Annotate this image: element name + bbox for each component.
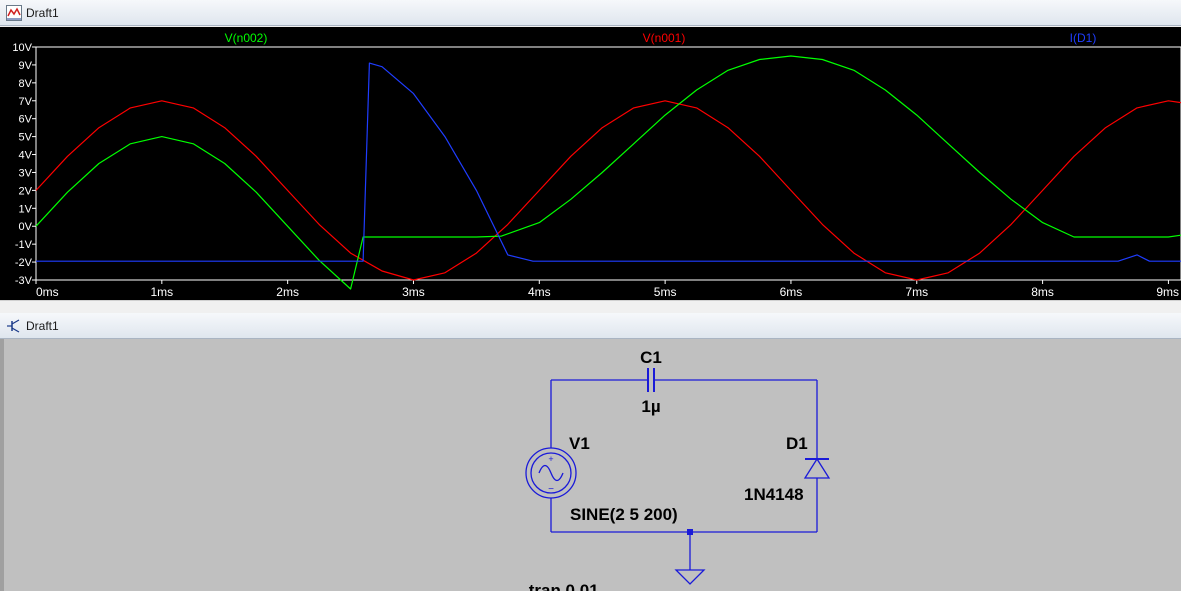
trace-vn001[interactable] xyxy=(35,100,1181,281)
x-tick-label: 7ms xyxy=(905,285,928,299)
trace-label-id1[interactable]: I(D1) xyxy=(1070,31,1097,45)
y-tick-label: 0V xyxy=(19,221,33,233)
diode-triangle[interactable] xyxy=(803,457,831,479)
plot-window-title: Draft1 xyxy=(26,6,59,20)
y-tick-label: 6V xyxy=(19,114,33,126)
y-tick-label: 9V xyxy=(19,60,33,72)
window-separator xyxy=(0,300,1181,313)
y-tick-label: 5V xyxy=(19,132,33,144)
y-tick-label: -3V xyxy=(15,275,33,287)
junction-dot[interactable] xyxy=(687,529,693,535)
plot-window-titlebar[interactable]: Draft1 xyxy=(0,0,1181,26)
y-tick-label: 8V xyxy=(19,78,33,90)
c1-name-label[interactable]: C1 xyxy=(640,348,662,367)
plot-frame xyxy=(35,46,1181,281)
ground-icon[interactable] xyxy=(674,569,706,585)
y-tick-label: -2V xyxy=(15,257,33,269)
y-tick-label: 10V xyxy=(12,42,32,54)
y-tick-label: 3V xyxy=(19,167,33,179)
v1-name-label[interactable]: V1 xyxy=(569,434,590,453)
y-tick-label: 7V xyxy=(19,96,33,108)
x-tick-label: 6ms xyxy=(780,285,803,299)
v1-value-label[interactable]: SINE(2 5 200) xyxy=(570,505,678,524)
y-tick-label: 1V xyxy=(19,203,33,215)
schematic-window-titlebar[interactable]: Draft1 xyxy=(0,313,1181,339)
trace-label-vn001[interactable]: V(n001) xyxy=(643,31,686,45)
trace-id1[interactable] xyxy=(36,62,1181,262)
schematic-canvas[interactable]: + − C1 1µ V1 SINE(2 5 200) D1 1N4148 .tr… xyxy=(0,339,1181,591)
x-tick-label: 2ms xyxy=(276,285,299,299)
x-tick-label: 3ms xyxy=(402,285,425,299)
d1-name-label[interactable]: D1 xyxy=(786,434,808,453)
waveform-chart[interactable]: V(n002) V(n001) I(D1) 10V 9V 8V 7V 6V 5V 4V 3V 2… xyxy=(0,27,1181,300)
minus-icon: − xyxy=(548,484,554,495)
x-tick-label: 1ms xyxy=(150,285,173,299)
spice-directive[interactable]: .tran 0.01 xyxy=(524,581,599,591)
sine-icon xyxy=(538,464,564,482)
y-tick-label: 4V xyxy=(19,150,33,162)
trace-label-vn002[interactable]: V(n002) xyxy=(225,31,268,45)
y-tick-label: -1V xyxy=(15,239,33,251)
waveform-plot[interactable]: V(n002) V(n001) I(D1) 10V 9V 8V 7V 6V 5V 4V 3V 2… xyxy=(0,27,1181,300)
schematic-window-title: Draft1 xyxy=(26,319,59,333)
x-tick-label: 4ms xyxy=(528,285,551,299)
trace-vn002[interactable] xyxy=(35,55,1181,290)
y-tick-label: 2V xyxy=(19,185,33,197)
x-tick-label: 5ms xyxy=(654,285,677,299)
x-tick-label: 9ms xyxy=(1156,285,1179,299)
x-tick-label: 0ms xyxy=(36,285,59,299)
transistor-window-icon xyxy=(7,319,20,333)
x-tick-label: 8ms xyxy=(1031,285,1054,299)
waveform-window-icon xyxy=(6,5,22,21)
c1-value-label[interactable]: 1µ xyxy=(641,397,660,416)
d1-model-label[interactable]: 1N4148 xyxy=(744,485,804,504)
plus-icon: + xyxy=(548,454,553,464)
